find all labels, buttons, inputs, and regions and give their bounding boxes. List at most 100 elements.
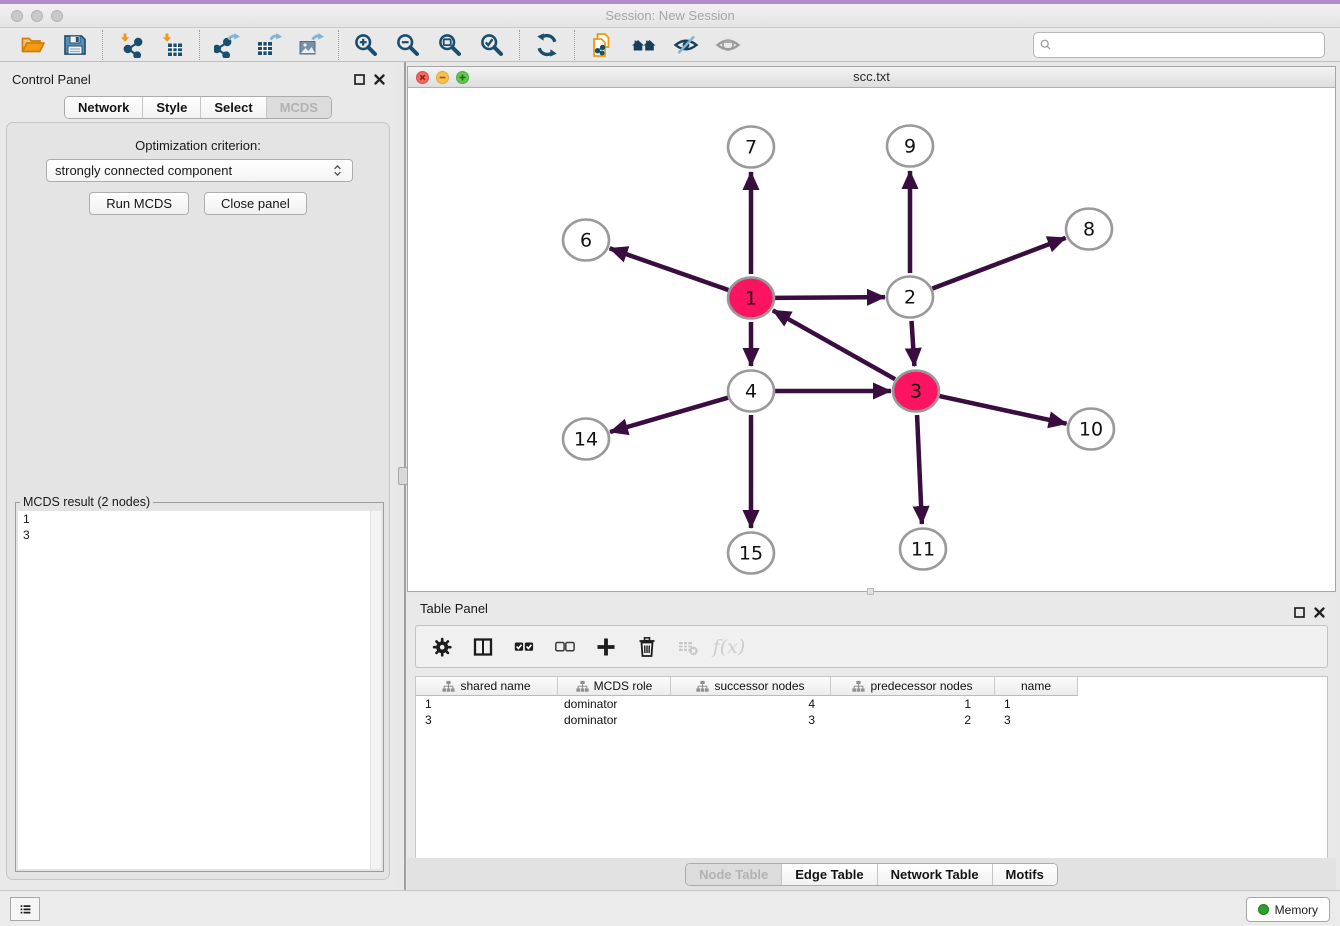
edge-2-8[interactable] [932, 238, 1065, 289]
column-header-label: successor nodes [714, 679, 804, 693]
mcds-panel: Optimization criterion: strongly connect… [6, 122, 390, 880]
memory-button[interactable]: Memory [1246, 897, 1330, 922]
mcds-result-line: 1 [18, 511, 381, 527]
delete-column-icon[interactable] [636, 636, 658, 658]
tab-mcds[interactable]: MCDS [266, 97, 331, 118]
optimization-criterion-label: Optimization criterion: [7, 138, 389, 153]
export-table-icon[interactable] [256, 32, 282, 58]
column-header-successor-nodes[interactable]: successor nodes [671, 677, 831, 696]
network-resize-handle[interactable] [867, 588, 874, 595]
edge-1-2[interactable] [775, 297, 885, 298]
control-panel-tabs-wrap: NetworkStyleSelectMCDS [0, 96, 396, 119]
function-builder-label: f(x) [713, 636, 746, 658]
column-header-MCDS-role[interactable]: MCDS role [558, 677, 671, 696]
zoom-out-icon[interactable] [395, 32, 421, 58]
duplicate-network-icon[interactable] [589, 32, 615, 58]
column-header-predecessor-nodes[interactable]: predecessor nodes [831, 677, 995, 696]
refresh-icon[interactable] [534, 32, 560, 58]
deselect-all-icon[interactable] [554, 636, 576, 658]
zoom-fit-icon[interactable] [437, 32, 463, 58]
edge-3-1[interactable] [773, 310, 895, 379]
edge-2-3[interactable] [912, 321, 915, 366]
show-eye-icon[interactable] [715, 32, 741, 58]
window-title: Session: New Session [0, 4, 1340, 27]
titlebar[interactable]: Session: New Session [0, 4, 1340, 28]
graph-node-label: 4 [745, 381, 757, 403]
task-history-button[interactable] [10, 897, 40, 921]
tab-network[interactable]: Network [65, 97, 142, 118]
export-image-icon[interactable] [298, 32, 324, 58]
close-panel-button[interactable]: Close panel [204, 192, 307, 215]
table-row[interactable]: 3dominator323 [416, 712, 1327, 728]
result-scrollbar[interactable] [370, 511, 381, 869]
split-panel-icon[interactable] [472, 636, 494, 658]
table-cell: 1 [995, 696, 1078, 712]
tab-motifs[interactable]: Motifs [992, 864, 1057, 885]
table-tabs: Node TableEdge TableNetwork TableMotifs [685, 863, 1058, 886]
network-window-titlebar[interactable]: scc.txt [408, 67, 1335, 88]
table-cell: 2 [831, 712, 995, 728]
toolbar-group [339, 32, 519, 58]
mcds-result-area[interactable]: 13 [18, 511, 381, 869]
status-bar: Memory [0, 890, 1340, 926]
import-table-icon[interactable] [159, 32, 185, 58]
column-header-label: name [1021, 679, 1051, 693]
graph-node-label: 9 [904, 136, 916, 158]
search-input[interactable] [1052, 37, 1319, 52]
table-cell: 4 [671, 696, 831, 712]
memory-status-icon [1258, 904, 1269, 915]
add-column-icon[interactable] [595, 636, 617, 658]
float-panel-icon[interactable] [1293, 606, 1306, 619]
hide-eye-icon[interactable] [673, 32, 699, 58]
tab-style[interactable]: Style [142, 97, 200, 118]
import-network-icon[interactable] [117, 32, 143, 58]
float-panel-icon[interactable] [353, 73, 366, 86]
graph-node-label: 14 [574, 429, 598, 451]
column-header-label: MCDS role [594, 679, 653, 693]
table-cell: 3 [671, 712, 831, 728]
save-session-icon[interactable] [62, 32, 88, 58]
table-row[interactable]: 1dominator411 [416, 696, 1327, 712]
memory-label: Memory [1275, 903, 1318, 917]
close-panel-icon[interactable] [1313, 606, 1326, 619]
select-all-icon[interactable] [513, 636, 535, 658]
graph-node-label: 3 [910, 381, 922, 403]
hierarchy-icon [696, 680, 709, 693]
network-close-icon[interactable] [416, 71, 429, 84]
zoom-selected-icon[interactable] [479, 32, 505, 58]
edge-3-10[interactable] [939, 396, 1066, 424]
graph-node-label: 6 [580, 230, 592, 252]
criterion-dropdown[interactable]: strongly connected component [46, 159, 353, 182]
column-header-label: shared name [460, 679, 530, 693]
network-minimize-icon[interactable] [436, 71, 449, 84]
close-panel-icon[interactable] [373, 73, 386, 86]
open-session-icon[interactable] [20, 32, 46, 58]
zoom-in-icon[interactable] [353, 32, 379, 58]
run-mcds-button[interactable]: Run MCDS [89, 192, 189, 215]
tab-node-table[interactable]: Node Table [686, 864, 781, 885]
edge-3-11[interactable] [917, 415, 922, 524]
table-settings-gear-icon[interactable] [431, 636, 453, 658]
network-window-controls [416, 71, 469, 84]
table-cell: 1 [416, 696, 558, 712]
toolbar-group [575, 32, 755, 58]
tab-select[interactable]: Select [200, 97, 265, 118]
edge-4-14[interactable] [610, 398, 728, 432]
tab-edge-table[interactable]: Edge Table [781, 864, 876, 885]
search-box[interactable] [1033, 32, 1325, 58]
export-network-icon[interactable] [214, 32, 240, 58]
hierarchy-icon [852, 680, 865, 693]
table-panel: Table Panel f(x) shared nameMCDS rolesuc… [407, 595, 1336, 890]
column-header-shared-name[interactable]: shared name [416, 677, 558, 696]
control-panel-title: Control Panel [12, 72, 91, 87]
column-header-name[interactable]: name [995, 677, 1078, 696]
network-canvas-svg[interactable]: 7968124314101511 [408, 88, 1335, 591]
search-icon [1039, 38, 1052, 51]
home-icon[interactable] [631, 32, 657, 58]
table-cell: 3 [995, 712, 1078, 728]
network-zoom-icon[interactable] [456, 71, 469, 84]
tab-network-table[interactable]: Network Table [877, 864, 992, 885]
stepper-arrows-icon [331, 164, 344, 177]
function-builder-icon: f(x) [718, 636, 740, 658]
edge-1-6[interactable] [610, 248, 729, 290]
